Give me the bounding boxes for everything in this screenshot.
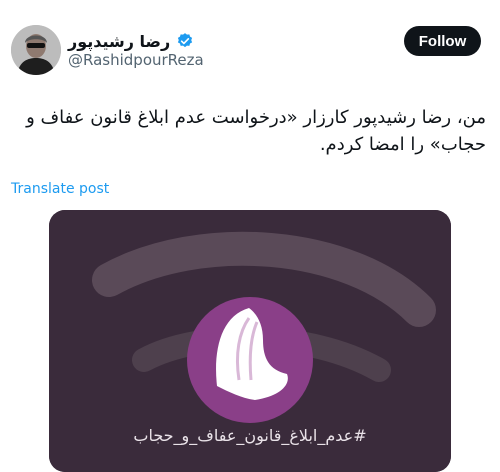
author-name-row: رضا رشیدپور bbox=[68, 30, 194, 52]
media-card[interactable]: #عدم_ابلاغ_قانون_عفاف_و_حجاب bbox=[49, 210, 451, 472]
verified-badge-icon[interactable] bbox=[176, 32, 194, 50]
avatar[interactable] bbox=[11, 25, 61, 75]
author-display-name[interactable]: رضا رشیدپور bbox=[68, 32, 170, 51]
follow-button[interactable]: Follow bbox=[404, 26, 481, 56]
author-handle[interactable]: @RashidpourReza bbox=[68, 51, 204, 69]
profile-photo-icon bbox=[11, 25, 61, 75]
tweet-text: من، رضا رشیدپور کارزار «درخواست عدم ابلا… bbox=[26, 107, 486, 155]
translate-post-link[interactable]: Translate post bbox=[11, 181, 109, 197]
media-hashtag: #عدم_ابلاغ_قانون_عفاف_و_حجاب bbox=[133, 426, 367, 445]
